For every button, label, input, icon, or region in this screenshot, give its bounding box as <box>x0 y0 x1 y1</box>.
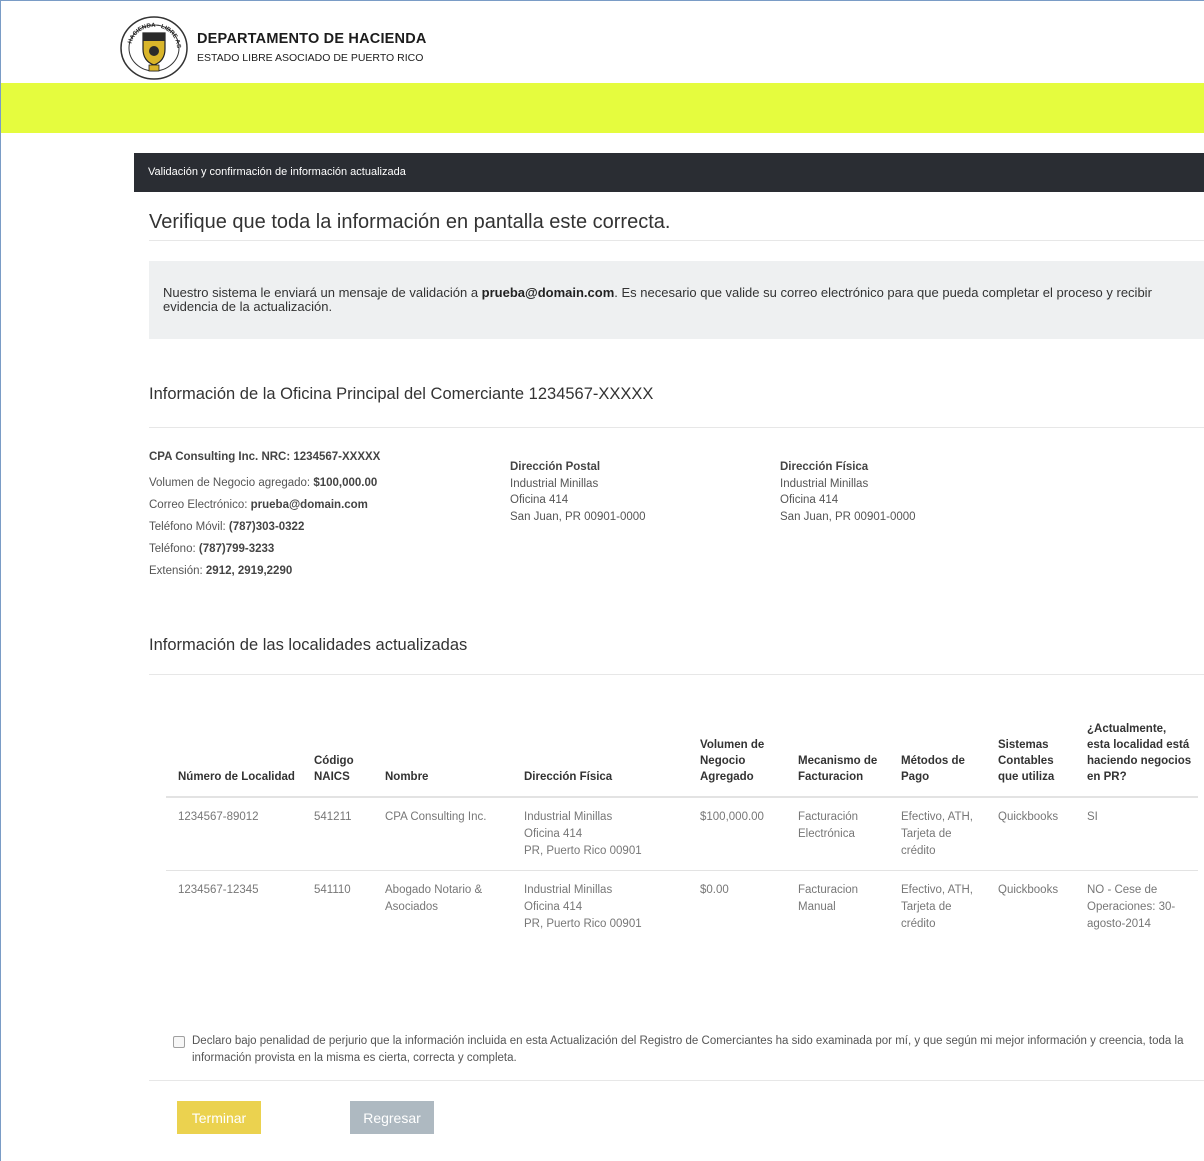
cell-billing: Facturacion Manual <box>798 884 859 913</box>
address-line: Oficina 414 <box>524 828 583 840</box>
hacienda-seal-icon: HACIENDA · LIBRE ASOCIADO DE PUERTO RICO… <box>117 11 189 81</box>
address-line: Oficina 414 <box>780 494 839 506</box>
cell-active-in-pr: NO - Cese de Operaciones: 30-agosto-2014 <box>1087 884 1176 930</box>
postal-address: Dirección Postal Industrial Minillas Ofi… <box>510 459 646 525</box>
cell-active-in-pr: SI <box>1075 797 1198 871</box>
divider <box>149 674 1204 675</box>
field-value: (787)303-0322 <box>228 521 305 533</box>
back-button[interactable]: Regresar <box>350 1101 434 1134</box>
cell-volume: $0.00 <box>700 884 729 896</box>
cell-accounting-systems: Quickbooks <box>998 884 1059 896</box>
column-header: Nombre <box>373 721 512 798</box>
table-row: 1234567-89012 541211 CPA Consulting Inc.… <box>166 797 1198 871</box>
divider <box>149 240 1204 241</box>
divider <box>149 427 1204 428</box>
cell-volume: $100,000.00 <box>688 797 786 871</box>
address-line: Industrial Minillas <box>510 477 599 490</box>
cell-location-number: 1234567-12345 <box>178 884 259 896</box>
field-value: $100,000.00 <box>313 477 378 489</box>
field-value: (787)799-3233 <box>198 543 275 555</box>
finish-button[interactable]: Terminar <box>177 1101 261 1134</box>
table-header-row: Número de Localidad Código NAICS Nombre … <box>166 721 1198 798</box>
cell-payment-methods: Efectivo, ATH, Tarjeta de crédito <box>901 884 974 930</box>
company-name-nrc: CPA Consulting Inc. NRC: 1234567-XXXXX <box>149 451 381 463</box>
physical-address-title: Dirección Física <box>780 461 869 473</box>
address-line: Oficina 414 <box>510 494 569 506</box>
address-line: San Juan, PR 00901-0000 <box>510 510 646 523</box>
page-frame: HACIENDA · LIBRE ASOCIADO DE PUERTO RICO… <box>0 0 1204 1161</box>
office-field: Teléfono Móvil: (787)303-0322 <box>149 521 304 533</box>
perjury-declaration-text: Declaro bajo penalidad de perjurio que l… <box>192 1035 1184 1064</box>
agency-subtitle: ESTADO LIBRE ASOCIADO DE PUERTO RICO <box>197 52 424 64</box>
field-label: Teléfono Móvil: <box>149 521 229 533</box>
locations-table: Número de Localidad Código NAICS Nombre … <box>166 721 1198 961</box>
section-title-bar: Validación y confirmación de información… <box>134 153 1204 192</box>
table-row: 1234567-12345 541110 Abogado Notario & A… <box>166 871 1198 961</box>
page-title: Verifique que toda la información en pan… <box>149 211 671 233</box>
address-line: San Juan, PR 00901-0000 <box>780 510 916 523</box>
office-field: Correo Electrónico: prueba@domain.com <box>149 499 368 511</box>
site-header: HACIENDA · LIBRE ASOCIADO DE PUERTO RICO… <box>1 1 1204 83</box>
cell-payment-methods: Efectivo, ATH, Tarjeta de crédito <box>889 797 986 871</box>
address-line: Industrial Minillas <box>524 811 613 823</box>
divider <box>149 1080 1204 1081</box>
column-header: Número de Localidad <box>166 721 302 798</box>
field-value: prueba@domain.com <box>250 499 368 511</box>
validation-notice: Nuestro sistema le enviará un mensaje de… <box>149 261 1204 339</box>
notice-text-before: Nuestro sistema le enviará un mensaje de… <box>163 285 482 300</box>
column-header: Mecanismo de Facturacion <box>786 721 889 798</box>
column-header: ¿Actualmente, esta localidad está hacien… <box>1075 721 1198 798</box>
field-label: Volumen de Negocio agregado: <box>149 477 314 489</box>
column-header: Volumen de Negocio Agregado <box>688 721 786 798</box>
locations-heading: Información de las localidades actualiza… <box>149 636 468 654</box>
cell-name: CPA Consulting Inc. <box>373 797 512 871</box>
column-header: Dirección Física <box>512 721 688 798</box>
address-line: PR, Puerto Rico 00901 <box>524 845 642 857</box>
cell-billing: Facturación Electrónica <box>786 797 889 871</box>
cell-name: Abogado Notario & Asociados <box>385 884 483 913</box>
address-line: PR, Puerto Rico 00901 <box>524 918 642 930</box>
cell-naics: 541211 <box>302 797 373 871</box>
address-line: Oficina 414 <box>524 901 583 913</box>
cell-address: Industrial Minillas Oficina 414 PR, Puer… <box>512 797 688 871</box>
column-header: Métodos de Pago <box>889 721 986 798</box>
field-label: Teléfono: <box>149 543 199 555</box>
cell-location-number: 1234567-89012 <box>166 797 302 871</box>
address-line: Industrial Minillas <box>524 884 613 896</box>
postal-address-title: Dirección Postal <box>510 461 601 473</box>
field-value: 2912, 2919,2290 <box>205 565 293 577</box>
office-heading: Información de la Oficina Principal del … <box>149 385 654 403</box>
notice-email: prueba@domain.com <box>481 285 615 300</box>
cell-accounting-systems: Quickbooks <box>986 797 1075 871</box>
office-field: Volumen de Negocio agregado: $100,000.00 <box>149 477 377 489</box>
physical-address: Dirección Física Industrial Minillas Ofi… <box>780 459 916 525</box>
agency-title: DEPARTAMENTO DE HACIENDA <box>197 31 427 47</box>
office-field: Extensión: 2912, 2919,2290 <box>149 565 292 577</box>
office-field: Teléfono: (787)799-3233 <box>149 543 274 555</box>
column-header: Código NAICS <box>302 721 373 798</box>
address-line: Industrial Minillas <box>780 477 869 490</box>
field-label: Extensión: <box>149 565 206 577</box>
field-label: Correo Electrónico: <box>149 499 251 511</box>
cell-naics: 541110 <box>314 884 351 896</box>
accent-banner <box>1 83 1204 133</box>
company-line: CPA Consulting Inc. NRC: 1234567-XXXXX <box>149 451 380 463</box>
cell-address: Industrial Minillas Oficina 414 PR, Puer… <box>512 871 688 961</box>
column-header: Sistemas Contables que utiliza <box>986 721 1075 798</box>
